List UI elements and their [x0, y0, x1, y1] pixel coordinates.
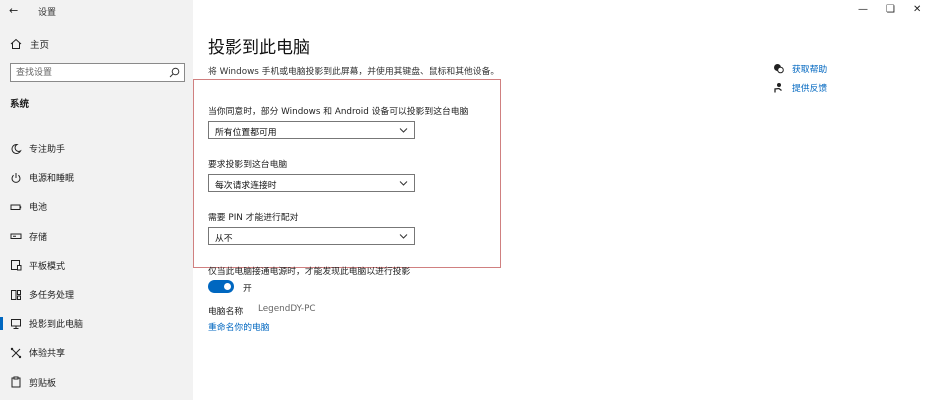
home-link[interactable]: 主页	[10, 37, 49, 51]
title-bar: ← 设置	[0, 0, 193, 22]
require-pin-value: 从不	[215, 234, 233, 244]
sidebar-item-label: 剪贴板	[29, 378, 57, 389]
feedback-link[interactable]: 提供反馈	[773, 80, 827, 94]
back-button[interactable]: ←	[9, 4, 18, 17]
feedback-label: 提供反馈	[792, 83, 828, 94]
sidebar-item-label: 电池	[29, 203, 48, 214]
tablet-icon	[11, 260, 22, 271]
sidebar-item-power-sleep[interactable]: 电源和睡眠	[0, 163, 193, 192]
projection-icon	[11, 318, 21, 329]
pc-name-value: LegendDY-PC	[258, 304, 316, 314]
home-icon	[10, 38, 22, 49]
chevron-down-icon	[399, 234, 408, 239]
chevron-down-icon	[399, 181, 408, 186]
search-box[interactable]	[10, 63, 185, 82]
storage-icon	[10, 233, 22, 240]
sidebar-item-label: 平板模式	[29, 261, 66, 272]
ask-to-project-label: 要求投影到这台电脑	[208, 160, 288, 170]
section-title: 系统	[10, 99, 30, 110]
sidebar-item-label: 专注助手	[29, 145, 66, 156]
sidebar-item-shared-experiences[interactable]: 体验共享	[0, 338, 193, 367]
sidebar: ← 设置 主页 系统 专注助手	[0, 0, 193, 400]
page-description: 将 Windows 手机或电脑投影到此屏幕，并使用其键盘、鼠标和其他设备。	[208, 67, 500, 77]
chevron-down-icon	[399, 128, 408, 133]
share-icon	[10, 347, 22, 359]
sidebar-item-project-to-pc[interactable]: 投影到此电脑	[0, 309, 193, 338]
power-icon	[11, 172, 21, 183]
sidebar-item-label: 多任务处理	[29, 291, 75, 302]
sidebar-item-tablet-mode[interactable]: 平板模式	[0, 251, 193, 280]
search-icon	[169, 67, 180, 78]
ask-to-project-dropdown[interactable]: 每次请求连接时	[208, 174, 415, 192]
home-label: 主页	[30, 40, 50, 51]
clipboard-icon	[11, 376, 21, 388]
availability-value: 所有位置都可用	[215, 128, 277, 138]
power-note: 仅当此电脑接通电源时，才能发现此电脑以进行投影	[208, 267, 411, 277]
sidebar-item-storage[interactable]: 存储	[0, 222, 193, 251]
sidebar-item-focus-assist[interactable]: 专注助手	[0, 134, 193, 163]
availability-dropdown[interactable]: 所有位置都可用	[208, 121, 415, 139]
availability-label: 当你同意时，部分 Windows 和 Android 设备可以投影到这台电脑	[208, 107, 469, 117]
ask-to-project-value: 每次请求连接时	[215, 181, 277, 191]
sidebar-item-clipboard[interactable]: 剪贴板	[0, 368, 193, 397]
settings-window: ← 设置 主页 系统 专注助手	[0, 0, 932, 400]
moon-icon	[11, 143, 22, 154]
sidebar-nav: 专注助手 电源和睡眠 电池 存储 平板模式 多任务处理 投影到此电脑 体验共享 …	[0, 134, 193, 397]
app-title: 设置	[38, 8, 57, 18]
pc-name-label: 电脑名称	[208, 307, 244, 317]
get-help-link[interactable]: 获取帮助	[773, 61, 827, 75]
require-pin-label: 需要 PIN 才能进行配对	[208, 213, 299, 223]
sidebar-item-multitasking[interactable]: 多任务处理	[0, 280, 193, 309]
sidebar-item-label: 存储	[29, 232, 48, 243]
help-chat-icon	[774, 63, 784, 73]
main-content: 投影到此电脑 将 Windows 手机或电脑投影到此屏幕，并使用其键盘、鼠标和其…	[193, 0, 932, 400]
toggle-knob	[224, 283, 231, 290]
sidebar-item-label: 体验共享	[29, 349, 66, 360]
battery-icon	[10, 204, 22, 210]
get-help-label: 获取帮助	[792, 64, 828, 75]
toggle-state-label: 开	[243, 284, 252, 294]
sidebar-item-label: 电源和睡眠	[29, 174, 75, 185]
sidebar-item-battery[interactable]: 电池	[0, 192, 193, 221]
rename-pc-link[interactable]: 重命名你的电脑	[208, 320, 270, 333]
page-title: 投影到此电脑	[208, 38, 310, 58]
search-input[interactable]	[16, 66, 166, 79]
feedback-icon	[774, 82, 782, 92]
require-pin-dropdown[interactable]: 从不	[208, 227, 415, 245]
multitask-icon	[11, 289, 21, 300]
sidebar-item-label: 投影到此电脑	[29, 320, 84, 331]
power-toggle[interactable]	[208, 280, 234, 293]
